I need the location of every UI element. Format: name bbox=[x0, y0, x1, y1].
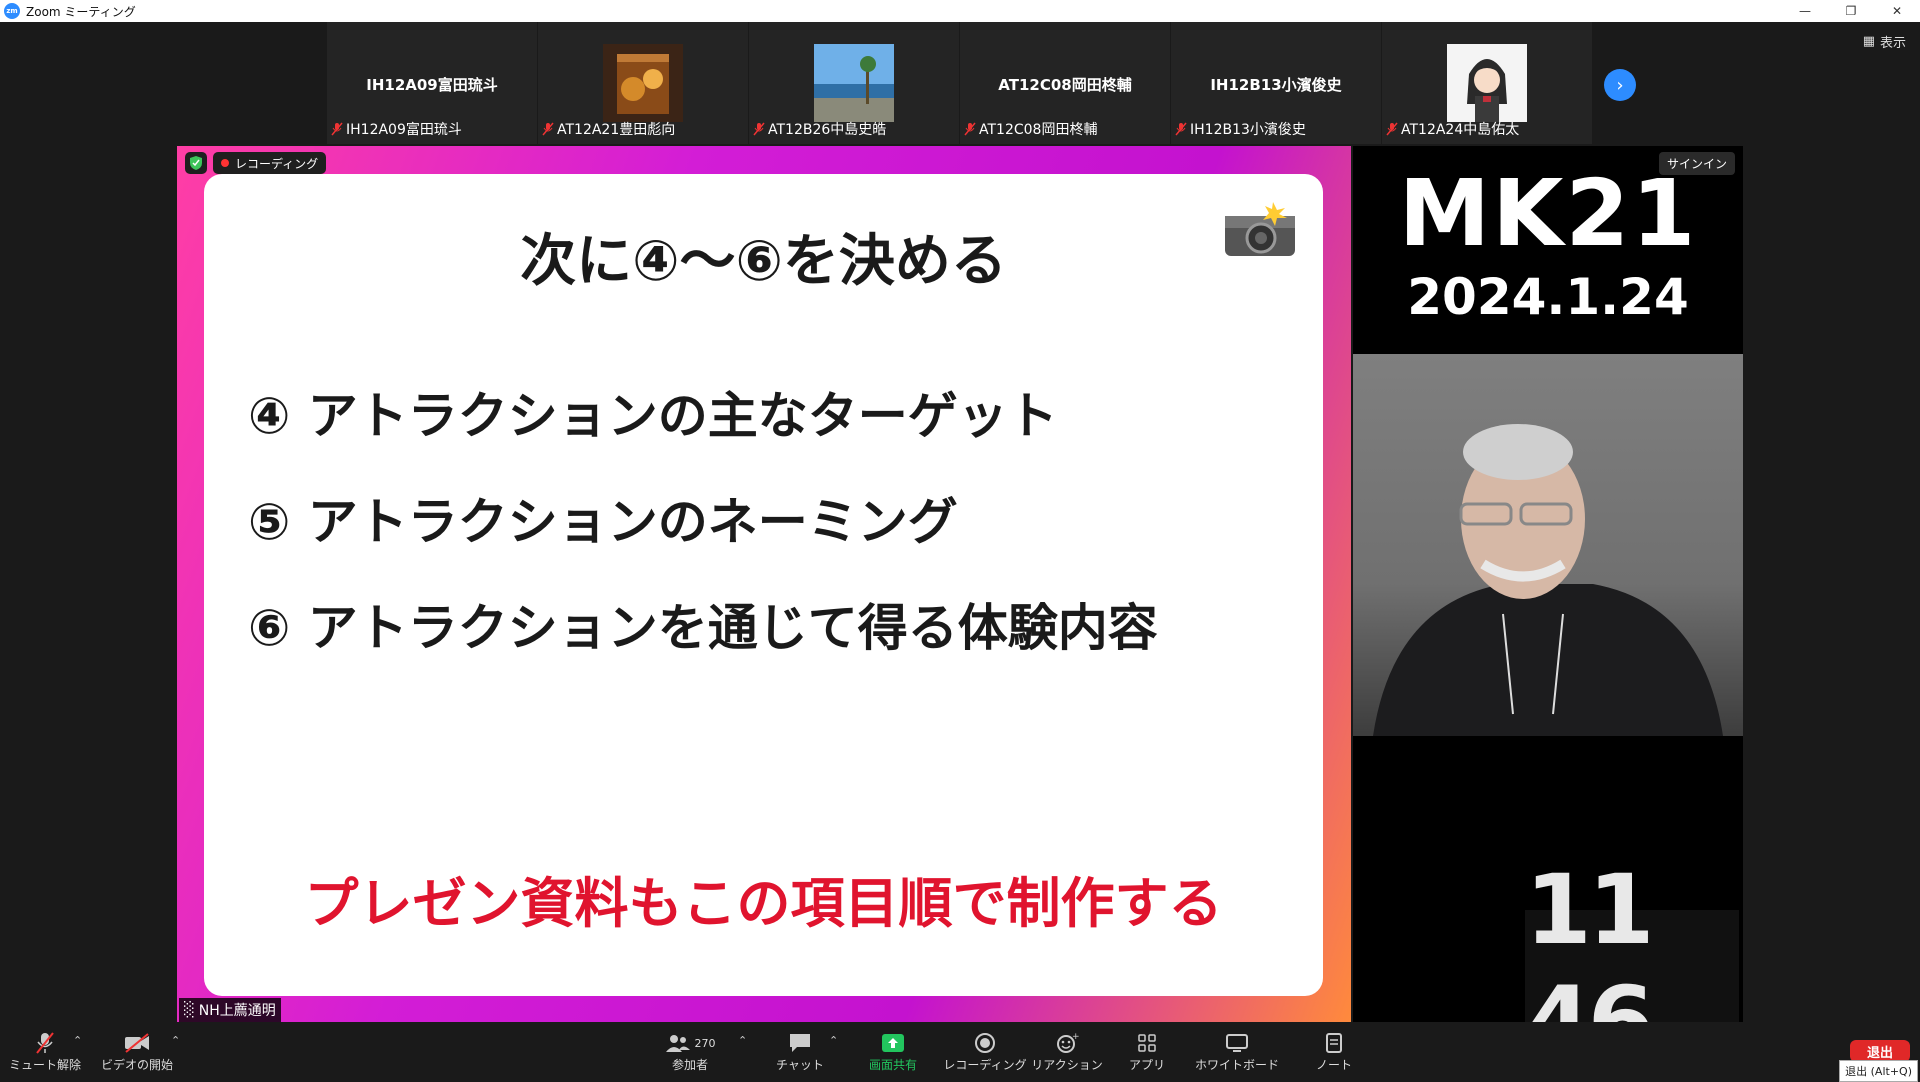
next-page-chevron-icon[interactable]: › bbox=[1604, 69, 1636, 101]
slide-title: 次に④〜⑥を決める bbox=[520, 229, 1007, 294]
minimize-button[interactable]: — bbox=[1782, 0, 1828, 22]
close-button[interactable]: ✕ bbox=[1874, 0, 1920, 22]
reactions-label: リアクション bbox=[1031, 1058, 1103, 1072]
participant-tile[interactable]: AT12C08岡田柊輔 AT12C08岡田柊輔 bbox=[960, 22, 1170, 144]
participant-count: 270 bbox=[694, 1036, 716, 1050]
event-date: 2024.1.24 bbox=[1407, 268, 1689, 326]
svg-text:+: + bbox=[1072, 1032, 1079, 1042]
participant-display-name: IH12A09富田琉斗 bbox=[366, 76, 498, 94]
mic-muted-icon bbox=[331, 122, 343, 136]
notes-icon bbox=[1325, 1030, 1343, 1056]
video-off-icon bbox=[124, 1030, 150, 1056]
video-options-chevron-icon[interactable]: ⌃ bbox=[171, 1034, 180, 1047]
reactions-button[interactable]: + リアクション bbox=[1022, 1030, 1112, 1073]
participant-video-thumbnail bbox=[1447, 44, 1527, 122]
whiteboard-icon bbox=[1225, 1030, 1249, 1056]
share-screen-button[interactable]: 画面共有 bbox=[848, 1030, 938, 1073]
countdown-timer: 11 46 bbox=[1525, 854, 1739, 1078]
slide-item: ⑥ アトラクションを通じて得る体験内容 bbox=[248, 599, 1158, 657]
slide-item: ⑤ アトラクションのネーミング bbox=[248, 493, 958, 551]
participant-name: IH12B13小濱俊史 bbox=[1190, 122, 1306, 138]
slide-item: ④ アトラクションの主なターゲット bbox=[248, 387, 1058, 445]
share-screen-icon bbox=[881, 1030, 905, 1056]
camera-flash-icon bbox=[1225, 202, 1295, 256]
mic-muted-icon bbox=[1386, 122, 1398, 136]
whiteboard-button[interactable]: ホワイトボード bbox=[1192, 1030, 1282, 1073]
participant-name: IH12A09富田琉斗 bbox=[346, 122, 462, 138]
start-video-button[interactable]: ビデオの開始 bbox=[92, 1030, 182, 1073]
meeting-stage: ▦ 表示 IH12A09富田琉斗 IH12A09富田琉斗 AT12A21豊田彪向… bbox=[0, 22, 1920, 1078]
participant-tile[interactable]: IH12B13小濱俊史 IH12B13小濱俊史 bbox=[1171, 22, 1381, 144]
view-label: 表示 bbox=[1879, 36, 1906, 51]
participant-name: AT12A21豊田彪向 bbox=[557, 122, 676, 138]
participant-strip: IH12A09富田琉斗 IH12A09富田琉斗 AT12A21豊田彪向 AT12… bbox=[327, 22, 1592, 144]
leave-button[interactable]: 退出 bbox=[1850, 1040, 1910, 1062]
restore-button[interactable]: ❐ bbox=[1828, 0, 1874, 22]
recording-label: レコーディング bbox=[235, 156, 319, 171]
slide-footer-note: プレゼン資料もこの項目順で制作する bbox=[304, 872, 1223, 935]
shield-icon[interactable] bbox=[185, 152, 207, 174]
notes-button[interactable]: ノート bbox=[1289, 1030, 1379, 1073]
notes-label: ノート bbox=[1315, 1058, 1352, 1072]
participants-button[interactable]: 270 参加者 bbox=[645, 1030, 735, 1073]
record-label: レコーディング bbox=[943, 1058, 1027, 1072]
record-button[interactable]: レコーディング bbox=[940, 1030, 1030, 1073]
slide: 次に④〜⑥を決める ④ アトラクションの主なターゲット ⑤ アトラクションのネー… bbox=[204, 174, 1323, 996]
participant-tile[interactable]: AT12A24中島佑太 bbox=[1382, 22, 1592, 144]
participant-video-thumbnail bbox=[814, 44, 894, 122]
share-screen-label: 画面共有 bbox=[868, 1058, 917, 1072]
reaction-smiley-icon: + bbox=[1055, 1030, 1079, 1056]
mic-off-icon bbox=[34, 1030, 56, 1056]
start-video-label: ビデオの開始 bbox=[100, 1058, 173, 1072]
mic-muted-icon bbox=[1175, 122, 1187, 136]
recording-indicator[interactable]: レコーディング bbox=[213, 152, 327, 174]
record-icon bbox=[974, 1030, 996, 1056]
participants-label: 参加者 bbox=[671, 1058, 708, 1072]
speaker-video-feed bbox=[1373, 424, 1723, 736]
participant-display-name: AT12C08岡田柊輔 bbox=[998, 76, 1132, 94]
title-bar: zm Zoom ミーティング — ❐ ✕ bbox=[0, 0, 1920, 22]
meeting-toolbar: ミュート解除 ⌃ ビデオの開始 ⌃ 270 参加者 ⌃ チャット ⌃ 画面共有 … bbox=[0, 1022, 1920, 1082]
apps-label: アプリ bbox=[1128, 1058, 1165, 1072]
leave-tooltip: 退出 (Alt+Q) bbox=[1839, 1060, 1918, 1082]
presenter-name: NH上薦通明 bbox=[198, 1003, 276, 1019]
recording-badge: レコーディング bbox=[185, 152, 327, 174]
view-button[interactable]: ▦ 表示 bbox=[1863, 32, 1906, 51]
mic-muted-icon bbox=[964, 122, 976, 136]
mic-muted-icon bbox=[542, 122, 554, 136]
participant-tile[interactable]: IH12A09富田琉斗 IH12A09富田琉斗 bbox=[327, 22, 537, 144]
participants-icon bbox=[665, 1035, 690, 1052]
signal-bars-icon: ░ bbox=[184, 1002, 195, 1018]
chat-label: チャット bbox=[776, 1058, 824, 1072]
participant-name: AT12B26中島史皓 bbox=[768, 122, 887, 138]
participants-chevron-icon[interactable]: ⌃ bbox=[738, 1034, 747, 1047]
participant-video-thumbnail bbox=[603, 44, 683, 122]
window-controls: — ❐ ✕ bbox=[1782, 0, 1920, 22]
audio-options-chevron-icon[interactable]: ⌃ bbox=[73, 1034, 82, 1047]
apps-button[interactable]: アプリ bbox=[1102, 1030, 1192, 1073]
unmute-label: ミュート解除 bbox=[8, 1058, 81, 1072]
mic-muted-icon bbox=[753, 122, 765, 136]
chat-chevron-icon[interactable]: ⌃ bbox=[829, 1034, 838, 1047]
whiteboard-label: ホワイトボード bbox=[1194, 1058, 1279, 1072]
window-title: Zoom ミーティング bbox=[26, 4, 136, 19]
participant-tile[interactable]: AT12B26中島史皓 bbox=[749, 22, 959, 144]
speaker-video bbox=[1353, 354, 1743, 736]
participant-name: AT12C08岡田柊輔 bbox=[979, 122, 1098, 138]
event-title: MK21 bbox=[1398, 160, 1698, 267]
speaker-panel: サインイン MK21 2024.1.24 11 46 bbox=[1353, 146, 1743, 1078]
participant-display-name: IH12B13小濱俊史 bbox=[1210, 76, 1342, 94]
participant-tile[interactable]: AT12A21豊田彪向 bbox=[538, 22, 748, 144]
grid-icon: ▦ bbox=[1862, 34, 1875, 49]
chat-icon bbox=[788, 1030, 812, 1056]
apps-icon bbox=[1137, 1030, 1157, 1056]
shared-screen: 次に④〜⑥を決める ④ アトラクションの主なターゲット ⑤ アトラクションのネー… bbox=[177, 146, 1351, 1022]
participant-name: AT12A24中島佑太 bbox=[1401, 122, 1520, 138]
record-dot-icon bbox=[221, 159, 229, 167]
presenter-tag: ░ NH上薦通明 bbox=[179, 998, 281, 1022]
zoom-logo-icon: zm bbox=[4, 3, 20, 19]
